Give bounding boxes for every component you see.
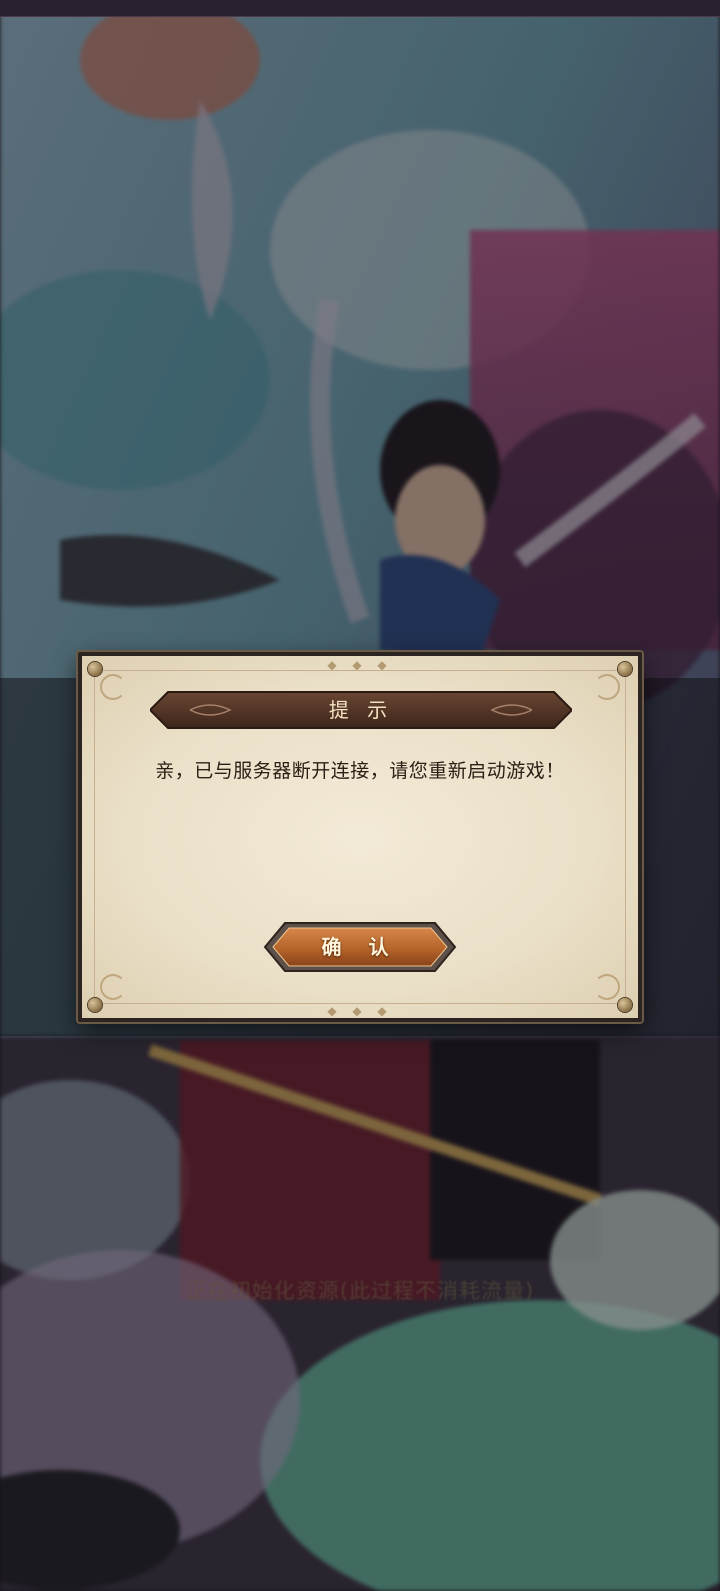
dialog-message: 亲，已与服务器断开连接，请您重新启动游戏！	[155, 760, 565, 782]
corner-rivet-icon	[618, 662, 632, 676]
dialog-title: 提 示	[328, 698, 394, 722]
confirm-button[interactable]: 确 认	[263, 920, 457, 974]
dialog-title-bar: 提 示	[150, 690, 572, 730]
corner-rivet-icon	[88, 998, 102, 1012]
corner-rivet-icon	[618, 998, 632, 1012]
game-screen: 正在初始化资源(此过程不消耗流量) ◆ ◆ ◆ ◆ ◆ ◆ 提 示 亲，已与服务…	[0, 0, 720, 1591]
confirm-button-label[interactable]: 确 认	[263, 920, 457, 974]
corner-swirl-icon	[594, 674, 620, 700]
top-ornament-icon: ◆ ◆ ◆	[327, 658, 393, 672]
corner-swirl-icon	[100, 674, 126, 700]
corner-rivet-icon	[88, 662, 102, 676]
top-status-strip	[0, 0, 720, 17]
bottom-ornament-icon: ◆ ◆ ◆	[327, 1004, 393, 1018]
disconnect-dialog: ◆ ◆ ◆ ◆ ◆ ◆ 提 示 亲，已与服务器断开连接，请您重新启动游戏！ 确 …	[78, 652, 642, 1022]
loading-status-text: 正在初始化资源(此过程不消耗流量)	[185, 1279, 535, 1303]
corner-swirl-icon	[594, 974, 620, 1000]
corner-swirl-icon	[100, 974, 126, 1000]
